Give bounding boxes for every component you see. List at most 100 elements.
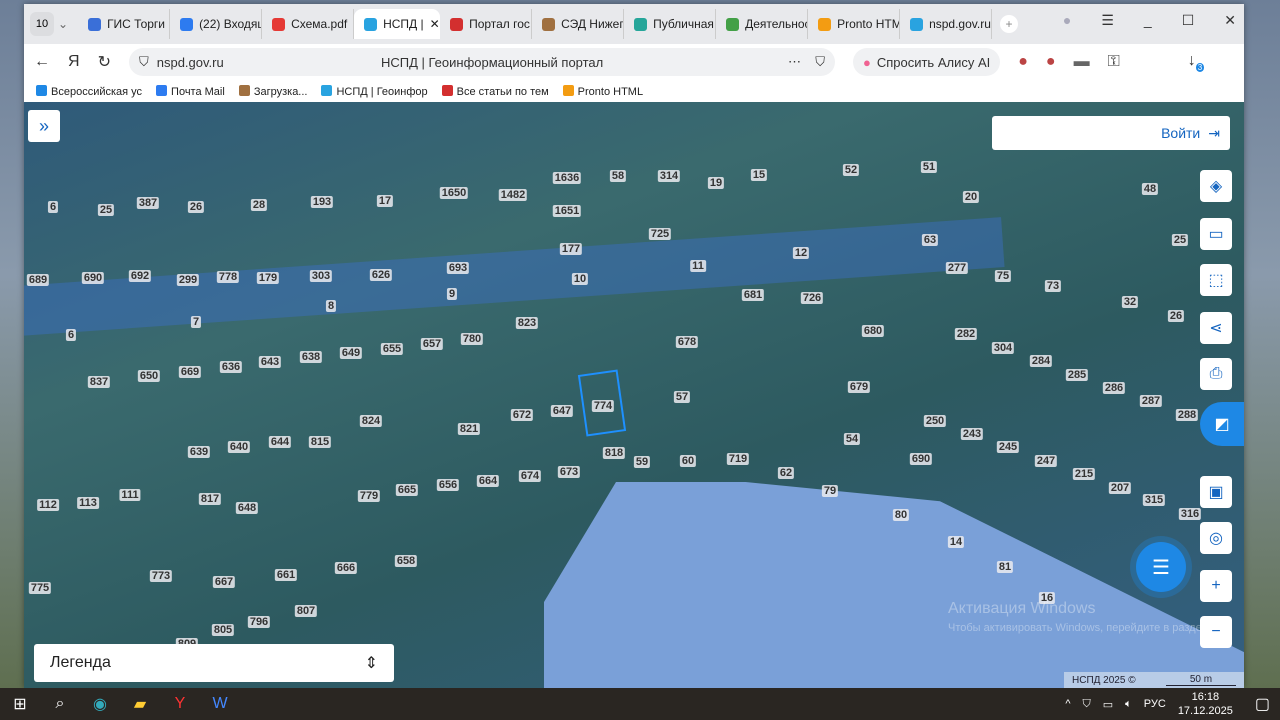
tab[interactable]: Схема.pdf — [262, 9, 355, 39]
parcel-label[interactable]: 112 — [37, 499, 59, 511]
parcel-label[interactable]: 299 — [176, 274, 200, 286]
parcel-label[interactable]: 669 — [178, 366, 202, 378]
parcel-label[interactable]: 51 — [920, 161, 938, 173]
parcel-label[interactable]: 1651 — [552, 205, 582, 217]
parcel-label[interactable]: 664 — [476, 475, 500, 487]
parcel-label[interactable]: 690 — [81, 272, 105, 284]
parcel-label[interactable]: 1482 — [498, 189, 528, 201]
parcel-label[interactable]: 28 — [250, 199, 268, 211]
parcel-label[interactable]: 644 — [268, 436, 292, 448]
parcel-label[interactable]: 773 — [149, 570, 173, 582]
parcel-label[interactable]: 316 — [1178, 508, 1202, 520]
parcel-label[interactable]: 775 — [28, 582, 52, 594]
extension-icon[interactable]: ● — [1018, 53, 1028, 71]
bookmark-item[interactable]: Почта Mail — [156, 84, 225, 98]
tab[interactable]: НСПД | ✕ — [354, 9, 441, 39]
parcel-label[interactable]: 6 — [47, 201, 59, 213]
parcel-label[interactable]: 11 — [690, 260, 706, 272]
legend-select[interactable]: Легенда ⇕ — [34, 644, 394, 682]
parcel-label[interactable]: 26 — [1167, 310, 1185, 322]
parcel-label[interactable]: 778 — [216, 271, 240, 283]
parcel-label[interactable]: 282 — [954, 328, 978, 340]
parcel-label[interactable]: 32 — [1121, 296, 1139, 308]
parcel-label[interactable]: 26 — [187, 201, 205, 213]
parcel-label[interactable]: 719 — [726, 453, 750, 465]
parcel-label[interactable]: 649 — [339, 347, 363, 359]
parcel-label[interactable]: 75 — [994, 270, 1012, 282]
parcel-label[interactable]: 243 — [960, 428, 984, 440]
clock[interactable]: 16:18 17.12.2025 — [1178, 690, 1233, 718]
parcel-label[interactable]: 286 — [1102, 382, 1126, 394]
ruler-button[interactable]: ▭ — [1200, 218, 1232, 250]
extension-icon[interactable]: ▬ — [1074, 53, 1090, 71]
parcel-label[interactable]: 678 — [675, 336, 699, 348]
chevron-up-icon[interactable]: ^ — [1065, 698, 1070, 710]
extension-icon[interactable]: ● — [1046, 53, 1056, 71]
parcel-label[interactable]: 207 — [1108, 482, 1132, 494]
parcel-label[interactable]: 288 — [1175, 409, 1199, 421]
parcel-label[interactable]: 656 — [436, 479, 460, 491]
tab-count-button[interactable]: 10 — [30, 12, 54, 36]
parcel-label[interactable]: 655 — [380, 343, 404, 355]
tab[interactable]: Pronto HTML — [808, 9, 901, 39]
parcel-label[interactable]: 20 — [962, 191, 980, 203]
parcel-label[interactable]: 837 — [87, 376, 111, 388]
parcel-label[interactable]: 666 — [334, 562, 358, 574]
maximize-button[interactable]: ☐ — [1182, 12, 1195, 29]
yandex-browser-icon[interactable]: Y — [160, 688, 200, 720]
chat-button[interactable]: ☰ — [1136, 542, 1186, 592]
parcel-label[interactable]: 19 — [707, 177, 725, 189]
parcel-label[interactable]: 250 — [923, 415, 947, 427]
parcel-label[interactable]: 81 — [996, 561, 1014, 573]
parcel-label[interactable]: 245 — [996, 441, 1020, 453]
layers-button[interactable]: ◈ — [1200, 170, 1232, 202]
start-icon[interactable]: ⊞ — [0, 688, 40, 720]
parcel-label[interactable]: 111 — [119, 489, 141, 501]
parcel-label[interactable]: 626 — [369, 269, 393, 281]
tab[interactable]: Публичная — [624, 9, 717, 39]
word-icon[interactable]: W — [200, 688, 240, 720]
new-tab-button[interactable]: + — [1000, 15, 1019, 33]
parcel-label[interactable]: 12 — [792, 247, 810, 259]
parcel-label[interactable]: 639 — [187, 446, 211, 458]
parcel-label[interactable]: 79 — [821, 485, 839, 497]
downloads-icon[interactable]: ↓ 3 — [1188, 52, 1205, 72]
parcel-label[interactable]: 779 — [357, 490, 381, 502]
profile-icon[interactable]: ● — [1063, 12, 1071, 29]
parcel-label[interactable]: 796 — [247, 616, 271, 628]
bookmark-item[interactable]: Всероссийская ус — [36, 84, 142, 98]
notifications-icon[interactable]: ▢ — [1255, 694, 1270, 714]
reload-icon[interactable]: ↻ — [98, 52, 111, 72]
parcel-label[interactable]: 284 — [1029, 355, 1053, 367]
parcel-label[interactable]: 692 — [128, 270, 152, 282]
parcel-label[interactable]: 62 — [777, 467, 795, 479]
parcel-label[interactable]: 177 — [559, 243, 583, 255]
extension-icon[interactable]: ⚿ — [1108, 53, 1120, 71]
parcel-label[interactable]: 643 — [258, 356, 282, 368]
address-bar[interactable]: ⛉ nspd.gov.ru НСПД | Геоинформационный п… — [128, 48, 835, 76]
more-icon[interactable]: ⋯ — [788, 54, 801, 70]
tab[interactable]: ГИС Торги — [78, 9, 171, 39]
parcel-label[interactable]: 287 — [1139, 395, 1163, 407]
bookmark-item[interactable]: Pronto HTML — [562, 84, 643, 98]
parcel-label[interactable]: 689 — [26, 274, 50, 286]
parcel-label[interactable]: 657 — [420, 338, 444, 350]
parcel-label[interactable]: 58 — [609, 170, 627, 182]
edge-icon[interactable]: ◉ — [80, 688, 120, 720]
parcel-label[interactable]: 387 — [136, 197, 160, 209]
screen-button[interactable]: ▣ — [1200, 476, 1232, 508]
bookmark-item[interactable]: Загрузка... — [238, 84, 307, 98]
parcel-label[interactable]: 672 — [510, 409, 534, 421]
parcel-label[interactable]: 303 — [309, 270, 333, 282]
search-icon[interactable]: ⌕ — [40, 688, 80, 720]
parcel-label[interactable]: 315 — [1142, 494, 1166, 506]
parcel-label[interactable]: 60 — [679, 455, 697, 467]
parcel-label[interactable]: 25 — [1171, 234, 1189, 246]
parcel-label[interactable]: 647 — [550, 405, 574, 417]
parcel-label[interactable]: 818 — [602, 447, 626, 459]
parcel-label[interactable]: 59 — [633, 456, 651, 468]
parcel-label[interactable]: 10 — [571, 273, 589, 285]
parcel-label[interactable]: 63 — [921, 234, 939, 246]
parcel-label[interactable]: 665 — [395, 484, 419, 496]
tab[interactable]: (22) Входящие — [170, 9, 263, 39]
